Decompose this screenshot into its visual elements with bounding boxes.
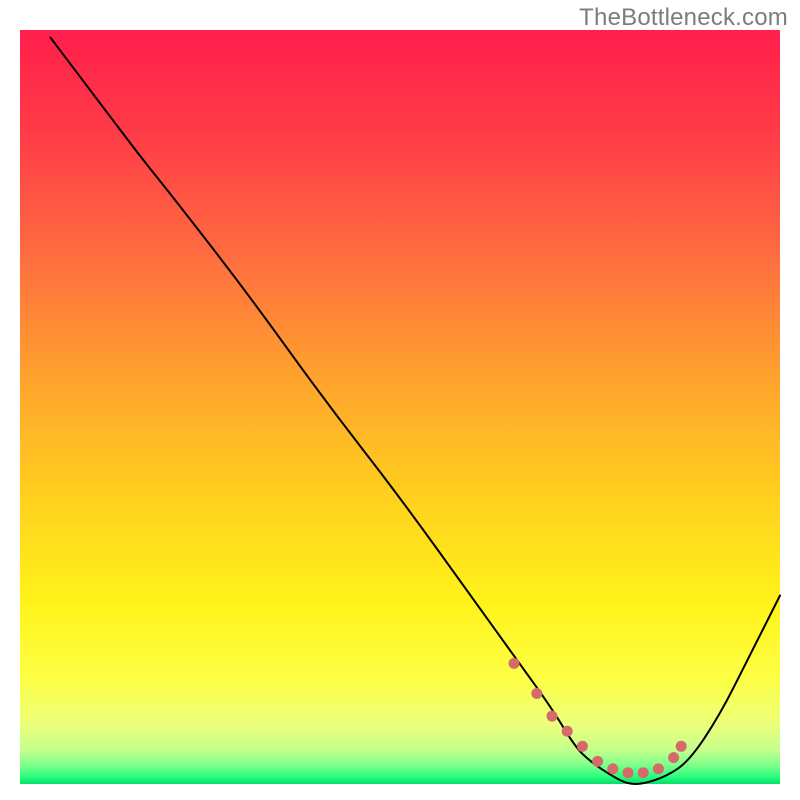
chart-container: TheBottleneck.com [0,0,800,800]
plot-background [20,30,780,784]
bottleneck-chart [0,0,800,800]
watermark-text: TheBottleneck.com [579,4,788,32]
